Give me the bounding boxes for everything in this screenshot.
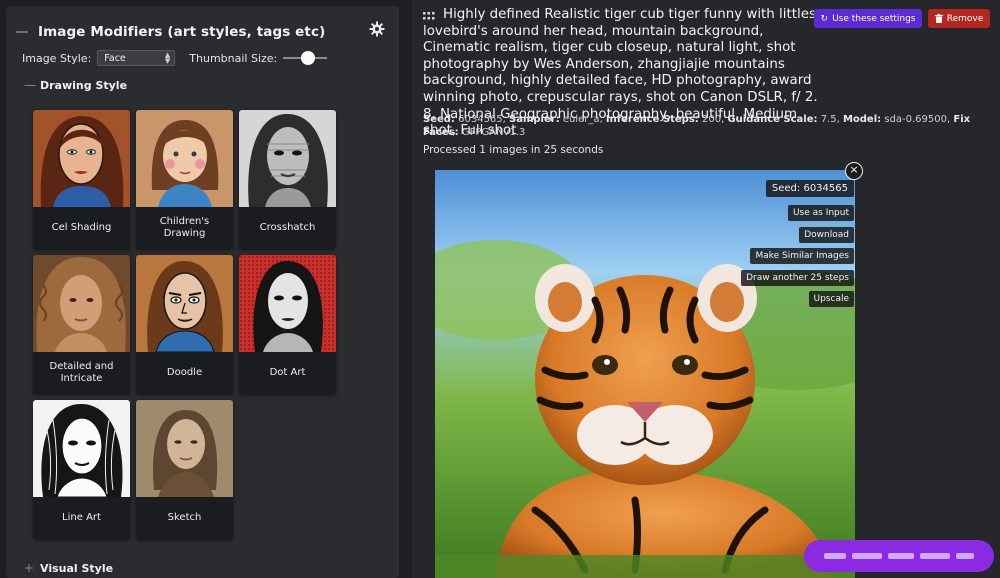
floating-action-button[interactable]: [804, 540, 994, 572]
drawing-style-toggle[interactable]: — Drawing Style: [24, 78, 127, 92]
line-art-thumbnail: [33, 400, 130, 497]
image-seed-badge: Seed: 6034565: [765, 180, 854, 197]
sampler-value: euler_a: [562, 114, 600, 125]
style-card-sketch[interactable]: Sketch: [136, 400, 233, 539]
visual-style-toggle[interactable]: + Visual Style: [24, 561, 113, 575]
draw-another-steps-button[interactable]: Draw another 25 steps: [741, 269, 854, 286]
image-modifiers-panel: Image Modifiers (art styles, tags etc) I…: [6, 6, 399, 578]
style-card-detailed-and-intricate[interactable]: Detailed and Intricate: [33, 255, 130, 394]
crosshatch-thumbnail: [239, 110, 336, 207]
style-card-line-art[interactable]: Line Art: [33, 400, 130, 539]
gear-icon[interactable]: [369, 21, 385, 37]
select-arrows-icon: ▲ ▼: [164, 51, 171, 65]
style-card-cel-shading[interactable]: Cel Shading: [33, 110, 130, 249]
guidance-value: 7.5: [820, 114, 837, 125]
sampler-label: Sampler:: [509, 114, 560, 125]
style-card-label: Detailed and Intricate: [49, 360, 114, 385]
close-image-button[interactable]: ×: [845, 162, 863, 180]
sketch-thumbnail: [136, 400, 233, 497]
use-settings-label: Use these settings: [832, 13, 916, 24]
image-style-value: Face: [104, 52, 126, 64]
task-metadata: Seed: 6034565, Sampler: euler_a, Inferen…: [423, 114, 971, 138]
style-card-label: Doodle: [166, 366, 203, 378]
style-card-dot-art[interactable]: Dot Art: [239, 255, 336, 394]
steps-label: Inference Steps:: [605, 114, 699, 125]
detailed-intricate-thumbnail: [33, 255, 130, 352]
collapse-icon[interactable]: [16, 31, 28, 33]
style-card-label: Dot Art: [269, 366, 306, 378]
use-these-settings-button[interactable]: ↻ Use these settings: [814, 9, 922, 28]
style-card-label: Sketch: [167, 511, 202, 523]
image-style-label: Image Style:: [22, 51, 92, 65]
style-card-label: Line Art: [62, 511, 101, 523]
upscale-button[interactable]: Upscale: [808, 291, 854, 307]
style-card-label: Children's Drawing: [159, 215, 210, 240]
use-as-input-button[interactable]: Use as Input: [787, 205, 854, 221]
steps-value: 200: [701, 114, 722, 125]
fix-faces-value: GFPGANv1.3: [461, 127, 526, 138]
remove-label: Remove: [946, 13, 984, 24]
make-similar-images-button[interactable]: Make Similar Images: [750, 248, 854, 264]
modifier-controls: Image Style: Face ▲ ▼ Thumbnail Size:: [22, 48, 328, 68]
slider-knob[interactable]: [301, 51, 316, 65]
model-label: Model:: [842, 114, 882, 125]
image-style-select[interactable]: Face ▲ ▼: [97, 50, 176, 66]
style-card-label: Crosshatch: [259, 221, 316, 233]
remove-button[interactable]: Remove: [928, 9, 990, 28]
doodle-thumbnail: [136, 255, 233, 352]
task-panel: Highly defined Realistic tiger cub tiger…: [412, 0, 1000, 578]
expand-icon: +: [24, 561, 35, 575]
seed-value: 6034565: [458, 114, 503, 125]
style-card-doodle[interactable]: Doodle: [136, 255, 233, 394]
guidance-label: Guidance Scale:: [727, 114, 818, 125]
thumbnail-size-label: Thumbnail Size:: [189, 51, 278, 65]
drawing-style-label: Drawing Style: [40, 78, 128, 92]
blurred-label-placeholder: [824, 553, 974, 559]
cel-shading-thumbnail: [33, 110, 130, 207]
refresh-icon: ↻: [820, 13, 829, 24]
download-button[interactable]: Download: [799, 226, 854, 243]
image-action-buttons: Seed: 6034565 Use as Input Download Make…: [741, 180, 854, 313]
trash-icon: [934, 14, 943, 23]
processed-status: Processed 1 images in 25 seconds: [423, 144, 604, 156]
panel-title: Image Modifiers (art styles, tags etc): [38, 24, 326, 40]
style-card-label: Cel Shading: [51, 221, 112, 233]
collapse-icon: —: [24, 78, 36, 92]
thumbnail-size-slider[interactable]: [283, 50, 328, 66]
dot-art-thumbnail: [239, 255, 336, 352]
style-card-childrens-drawing[interactable]: Children's Drawing: [136, 110, 233, 249]
visual-style-label: Visual Style: [40, 561, 114, 575]
model-value: sda-0.69500: [884, 114, 947, 125]
childrens-drawing-thumbnail: [136, 110, 233, 207]
style-card-crosshatch[interactable]: Crosshatch: [239, 110, 336, 249]
panel-header[interactable]: Image Modifiers (art styles, tags etc): [16, 22, 325, 42]
seed-label: Seed:: [423, 114, 455, 125]
